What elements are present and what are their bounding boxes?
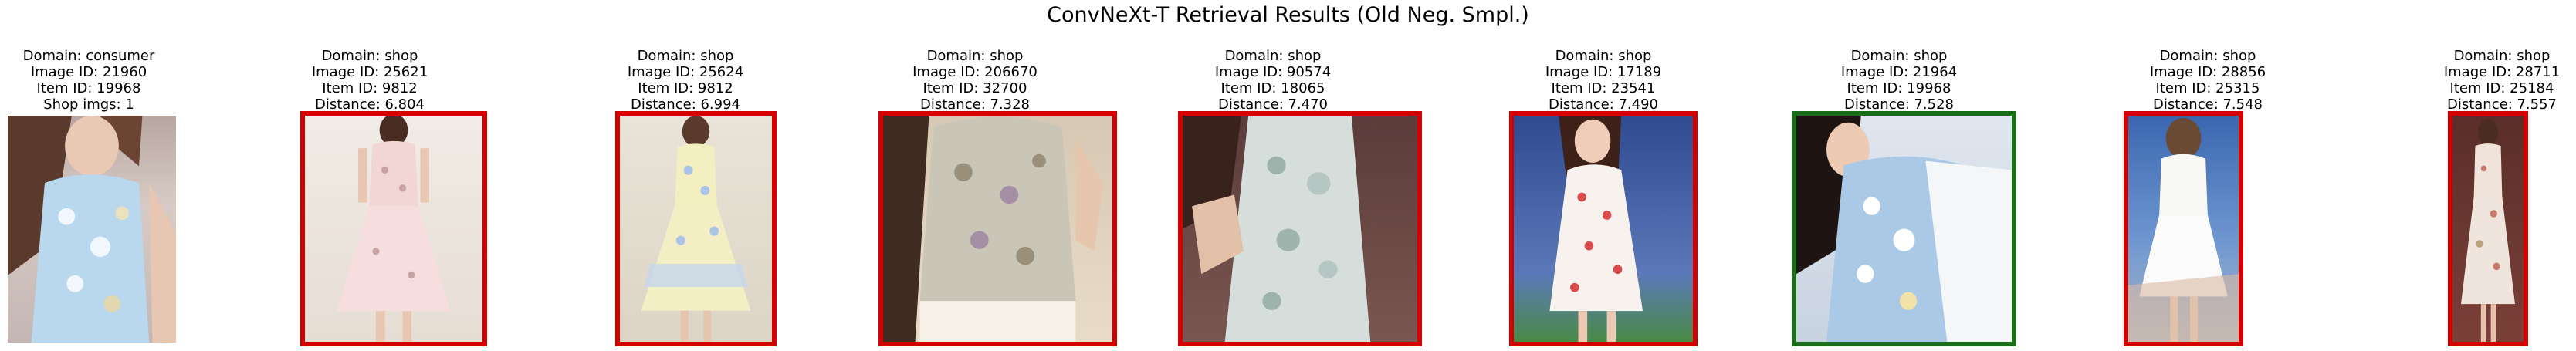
result-domain: Domain: shop <box>1555 48 1652 64</box>
result-image-id: Image ID: 25621 <box>311 64 428 80</box>
result-image-id: Image ID: 28856 <box>2149 64 2266 80</box>
result-caption: Domain: shop Image ID: 90574 Item ID: 18… <box>1119 48 1427 113</box>
result-image <box>1509 111 1698 346</box>
result-item-id: Item ID: 25184 <box>2449 80 2554 96</box>
result-item-id: Item ID: 32700 <box>922 80 1027 96</box>
result-domain: Domain: shop <box>2453 48 2551 64</box>
result-caption: Domain: shop Image ID: 206670 Item ID: 3… <box>821 48 1129 113</box>
result-item-id: Item ID: 25315 <box>2155 80 2260 96</box>
result-image <box>1178 111 1422 346</box>
result-domain: Domain: shop <box>926 48 1024 64</box>
result-distance: Distance: 7.548 <box>2152 96 2263 113</box>
result-item-id: Item ID: 9812 <box>322 80 418 96</box>
result-image-id: Image ID: 206670 <box>912 64 1038 80</box>
result-caption: Domain: shop Image ID: 28856 Item ID: 25… <box>2053 48 2362 113</box>
result-image <box>300 111 487 346</box>
query-item-id: Item ID: 19968 <box>36 80 141 96</box>
result-image-id: Image ID: 17189 <box>1545 64 1662 80</box>
query-shop-imgs: Shop imgs: 1 <box>43 96 134 113</box>
result-image-id: Image ID: 90574 <box>1214 64 1332 80</box>
result-item-id: Item ID: 9812 <box>638 80 733 96</box>
query-domain: Domain: consumer <box>22 48 155 64</box>
result-domain: Domain: shop <box>2159 48 2256 64</box>
result-image <box>2448 111 2528 346</box>
result-image <box>615 111 777 346</box>
result-domain: Domain: shop <box>321 48 418 64</box>
result-distance: Distance: 7.470 <box>1217 96 1329 113</box>
result-domain: Domain: shop <box>1224 48 1322 64</box>
result-item-id: Item ID: 18065 <box>1220 80 1325 96</box>
result-image-id: Image ID: 21964 <box>1840 64 1958 80</box>
query-image-id: Image ID: 21960 <box>30 64 147 80</box>
result-image-id: Image ID: 25624 <box>627 64 744 80</box>
result-distance: Distance: 7.328 <box>919 96 1031 113</box>
result-caption: Domain: shop Image ID: 17189 Item ID: 23… <box>1449 48 1758 113</box>
result-caption: Domain: shop Image ID: 21964 Item ID: 19… <box>1745 48 2053 113</box>
result-image <box>1792 111 2016 346</box>
result-caption: Domain: shop Image ID: 25621 Item ID: 98… <box>215 48 524 113</box>
result-image <box>2124 111 2243 346</box>
result-distance: Distance: 7.490 <box>1548 96 1659 113</box>
result-item-id: Item ID: 19968 <box>1847 80 1951 96</box>
result-image <box>878 111 1117 346</box>
figure-title: ConvNeXt-T Retrieval Results (Old Neg. S… <box>1047 3 1529 27</box>
result-item-id: Item ID: 23541 <box>1551 80 1656 96</box>
result-distance: Distance: 7.557 <box>2446 96 2557 113</box>
result-distance: Distance: 6.994 <box>630 96 741 113</box>
result-distance: Distance: 7.528 <box>1843 96 1955 113</box>
result-domain: Domain: shop <box>637 48 734 64</box>
result-image-id: Image ID: 28711 <box>2443 64 2561 80</box>
result-domain: Domain: shop <box>1850 48 1948 64</box>
result-caption: Domain: shop Image ID: 25624 Item ID: 98… <box>531 48 840 113</box>
query-caption: Domain: consumer Image ID: 21960 Item ID… <box>0 48 243 113</box>
query-image <box>8 116 176 343</box>
result-caption: Domain: shop Image ID: 28711 Item ID: 25… <box>2348 48 2576 113</box>
result-distance: Distance: 6.804 <box>314 96 425 113</box>
